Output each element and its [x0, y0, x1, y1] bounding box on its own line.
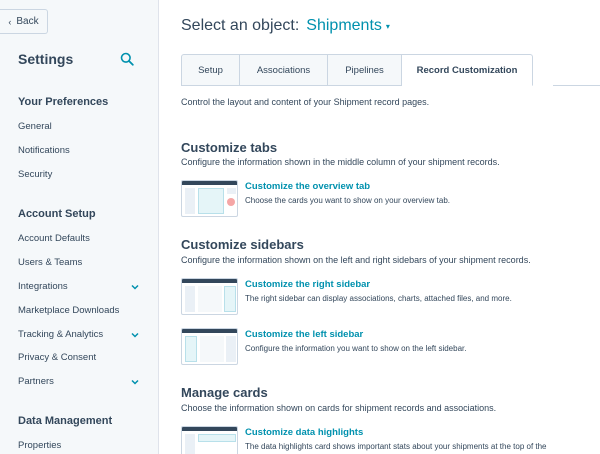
customize-overview-tab-link[interactable]: Customize the overview tab: [245, 181, 370, 192]
sidebar-item-label: Account Defaults: [18, 233, 90, 244]
back-button-label: Back: [16, 16, 39, 27]
object-dropdown[interactable]: Shipments ▾: [306, 17, 390, 35]
settings-title: Settings: [18, 51, 74, 67]
card-description: The right sidebar can display associatio…: [245, 294, 512, 303]
tab-record-customization[interactable]: Record Customization: [402, 54, 533, 86]
right-sidebar-thumbnail: [181, 278, 238, 315]
sidebar-item-general[interactable]: General: [18, 121, 140, 132]
card-description: Choose the cards you want to show on you…: [245, 196, 450, 205]
tab-setup[interactable]: Setup: [181, 54, 240, 86]
sidebar-item-label: Security: [18, 169, 53, 180]
sidebar-item-label: Tracking & Analytics: [18, 329, 104, 340]
section-description: Configure the information shown on the l…: [181, 255, 531, 265]
section-heading-data-management: Data Management: [18, 415, 113, 427]
section-heading-account-setup: Account Setup: [18, 208, 96, 220]
customize-data-highlights-link[interactable]: Customize data highlights: [245, 427, 363, 438]
sidebar-item-tracking-analytics[interactable]: Tracking & Analytics: [18, 329, 140, 340]
sidebar-item-label: General: [18, 121, 52, 132]
sidebar-item-label: Users & Teams: [18, 257, 83, 268]
card-description: The data highlights card shows important…: [245, 442, 547, 451]
customize-left-sidebar-card: Customize the left sidebar Configure the…: [181, 328, 600, 368]
section-title-manage-cards: Manage cards: [181, 385, 268, 400]
sidebar-item-privacy-consent[interactable]: Privacy & Consent: [18, 352, 140, 363]
main-content: Select an object: Shipments ▾ Setup Asso…: [160, 0, 600, 454]
customize-overview-tab-card: Customize the overview tab Choose the ca…: [181, 180, 600, 220]
sidebar-item-label: Integrations: [18, 281, 68, 292]
sidebar-item-marketplace-downloads[interactable]: Marketplace Downloads: [18, 305, 140, 316]
chevron-left-icon: ‹: [8, 16, 12, 27]
sidebar-item-account-defaults[interactable]: Account Defaults: [18, 233, 140, 244]
left-sidebar-thumbnail: [181, 328, 238, 365]
tab-pipelines[interactable]: Pipelines: [328, 54, 402, 86]
page-intro: Control the layout and content of your S…: [181, 97, 430, 107]
overview-tab-thumbnail: [181, 180, 238, 217]
chevron-down-icon: [131, 379, 139, 385]
customize-right-sidebar-link[interactable]: Customize the right sidebar: [245, 279, 370, 290]
sidebar-item-label: Properties: [18, 440, 62, 451]
sidebar-item-security[interactable]: Security: [18, 169, 140, 180]
sidebar-item-users-teams[interactable]: Users & Teams: [18, 257, 140, 268]
section-heading-your-preferences: Your Preferences: [18, 96, 109, 108]
back-button[interactable]: ‹ Back: [0, 9, 48, 34]
sidebar-item-integrations[interactable]: Integrations: [18, 281, 140, 292]
sidebar-item-properties[interactable]: Properties: [18, 440, 140, 451]
sidebar-item-notifications[interactable]: Notifications: [18, 145, 140, 156]
search-icon[interactable]: [120, 52, 134, 66]
settings-sidebar: ‹ Back Settings Your Preferences General…: [0, 0, 159, 454]
customize-left-sidebar-link[interactable]: Customize the left sidebar: [245, 329, 363, 340]
object-selector: Select an object: Shipments ▾: [181, 17, 390, 35]
section-title-customize-sidebars: Customize sidebars: [181, 237, 304, 252]
tab-bar-divider: [553, 85, 600, 86]
caret-down-icon: ▾: [385, 21, 390, 31]
data-highlights-thumbnail: [181, 426, 238, 454]
sidebar-item-partners[interactable]: Partners: [18, 376, 140, 387]
customize-right-sidebar-card: Customize the right sidebar The right si…: [181, 278, 600, 318]
object-select-label: Select an object:: [181, 17, 300, 34]
customize-data-highlights-card: Customize data highlights The data highl…: [181, 426, 600, 454]
chevron-down-icon: [131, 332, 139, 338]
sidebar-item-label: Privacy & Consent: [18, 352, 97, 363]
section-description: Configure the information shown in the m…: [181, 157, 500, 167]
tab-bar: Setup Associations Pipelines Record Cust…: [181, 54, 533, 86]
section-title-customize-tabs: Customize tabs: [181, 140, 278, 155]
tab-associations[interactable]: Associations: [240, 54, 328, 86]
chevron-down-icon: [131, 284, 139, 290]
section-description: Choose the information shown on cards fo…: [181, 403, 497, 413]
card-description: Configure the information you want to sh…: [245, 344, 467, 353]
sidebar-item-label: Partners: [18, 376, 54, 387]
sidebar-item-label: Marketplace Downloads: [18, 305, 120, 316]
object-name: Shipments: [306, 17, 382, 34]
sidebar-item-label: Notifications: [18, 145, 70, 156]
